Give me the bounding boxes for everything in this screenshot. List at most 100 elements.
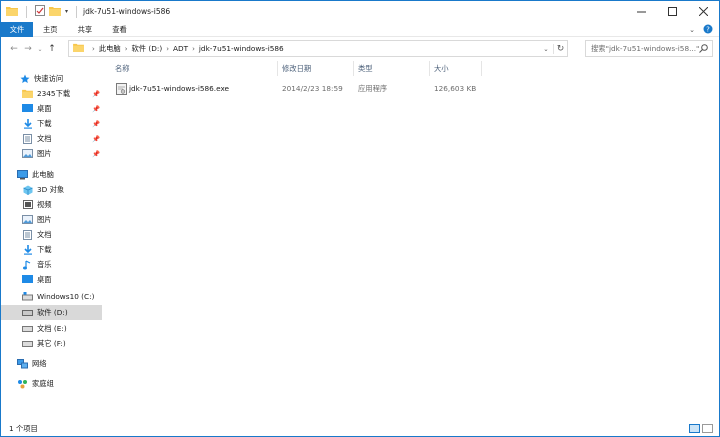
cube-icon: [22, 185, 33, 195]
computer-icon: [17, 169, 28, 180]
column-header-modified[interactable]: 修改日期: [278, 61, 354, 76]
pin-icon[interactable]: 📌: [92, 90, 100, 98]
tab-share[interactable]: 共享: [68, 22, 103, 37]
nav-this-pc[interactable]: 此电脑: [1, 167, 102, 182]
column-header-name[interactable]: 名称: [111, 61, 278, 76]
details-view-button[interactable]: [689, 424, 700, 433]
breadcrumb-separator: ›: [124, 44, 128, 53]
address-bar[interactable]: › 此电脑 › 软件 (D:) › ADT › jdk-7u51-windows…: [68, 40, 568, 57]
maximize-button[interactable]: [657, 1, 688, 22]
view-toggle: [689, 424, 713, 433]
refresh-icon[interactable]: ↻: [553, 43, 567, 54]
document-icon: [22, 133, 33, 144]
nav-label: 下载: [37, 244, 52, 254]
nav-label: 网络: [32, 358, 47, 368]
new-folder-icon[interactable]: [49, 6, 61, 18]
file-row[interactable]: jdk-7u51-windows-i586.exe 2014/2/23 18:5…: [111, 80, 486, 97]
breadcrumb-current-folder[interactable]: jdk-7u51-windows-i586: [199, 44, 284, 53]
windows-drive-icon: [22, 292, 33, 302]
pin-icon[interactable]: 📌: [92, 135, 100, 143]
close-button[interactable]: [688, 1, 719, 22]
folder-icon: [22, 89, 33, 99]
star-icon: [19, 74, 30, 84]
breadcrumb-separator: ›: [192, 44, 195, 53]
window-controls: [626, 1, 719, 22]
help-icon[interactable]: ?: [703, 24, 713, 36]
nav-quick-2345-downloads[interactable]: 2345下载 📌: [1, 86, 102, 101]
breadcrumb-this-pc[interactable]: 此电脑: [99, 44, 121, 54]
expand-ribbon-icon[interactable]: ⌄: [689, 26, 695, 34]
nav-pc-pictures[interactable]: 图片: [1, 212, 102, 227]
pin-icon[interactable]: 📌: [92, 105, 100, 113]
pin-icon[interactable]: 📌: [92, 120, 100, 128]
nav-quick-documents[interactable]: 文档 📌: [1, 131, 102, 146]
properties-icon[interactable]: [35, 5, 45, 18]
file-name: jdk-7u51-windows-i586.exe: [129, 84, 230, 93]
pictures-icon: [22, 149, 33, 159]
nav-pc-3d-objects[interactable]: 3D 对象: [1, 182, 102, 197]
nav-pc-downloads[interactable]: 下载: [1, 242, 102, 257]
ribbon-tabs: 文件 主页 共享 查看 ⌄ ?: [1, 22, 719, 37]
nav-label: 下载: [37, 118, 52, 128]
download-icon: [22, 244, 33, 255]
nav-label: 其它 (F:): [37, 338, 66, 348]
nav-pc-desktop[interactable]: 桌面: [1, 272, 102, 287]
file-size: 126,603 KB: [434, 84, 477, 93]
exe-file-icon: [116, 80, 127, 97]
folder-icon: [73, 43, 84, 54]
ribbon-right-controls: ⌄ ?: [689, 24, 713, 36]
recent-locations-icon[interactable]: ⌄: [35, 41, 45, 57]
tab-home[interactable]: 主页: [33, 22, 68, 37]
pin-icon[interactable]: 📌: [92, 150, 100, 158]
chevron-down-icon[interactable]: ▾: [65, 8, 68, 15]
nav-label: 桌面: [37, 274, 52, 284]
nav-pc-documents[interactable]: 文档: [1, 227, 102, 242]
minimize-button[interactable]: [626, 1, 657, 22]
nav-pc-drive-c[interactable]: Windows10 (C:): [1, 289, 102, 304]
nav-quick-access[interactable]: 快速访问: [1, 71, 102, 86]
column-header-size[interactable]: 大小: [430, 61, 482, 76]
address-row: ← → ⌄ ↑ › 此电脑 › 软件 (D:) › ADT › jdk-7u51…: [1, 39, 719, 59]
nav-pc-drive-f[interactable]: 其它 (F:): [1, 336, 102, 351]
navigation-pane: 快速访问 2345下载 📌 桌面 📌 下载 📌 文档 📌 图片 📌 此电脑 3D…: [1, 66, 105, 421]
drive-icon: [22, 324, 33, 334]
column-header-type[interactable]: 类型: [354, 61, 430, 76]
svg-text:?: ?: [706, 26, 710, 34]
nav-pc-drive-e[interactable]: 文档 (E:): [1, 321, 102, 336]
nav-label: 音乐: [37, 259, 52, 269]
nav-homegroup[interactable]: 家庭组: [1, 376, 102, 391]
back-button[interactable]: ←: [7, 41, 21, 57]
breadcrumb-separator: ›: [92, 44, 95, 53]
breadcrumb-adt[interactable]: ADT: [173, 44, 188, 53]
network-icon: [17, 358, 28, 369]
quick-access-toolbar: ▾: [6, 5, 81, 18]
nav-network[interactable]: 网络: [1, 356, 102, 371]
tab-file[interactable]: 文件: [1, 22, 33, 37]
up-button[interactable]: ↑: [45, 41, 59, 57]
window-title: jdk-7u51-windows-i586: [83, 7, 171, 16]
large-icons-view-button[interactable]: [702, 424, 713, 433]
nav-label: 视频: [37, 199, 52, 209]
pictures-icon: [22, 215, 33, 225]
nav-quick-downloads[interactable]: 下载 📌: [1, 116, 102, 131]
drive-icon: [22, 339, 33, 349]
nav-label: 软件 (D:): [37, 307, 68, 317]
search-input[interactable]: 搜索"jdk-7u51-windows-i58...": [585, 40, 713, 57]
forward-button[interactable]: →: [21, 41, 35, 57]
tab-view[interactable]: 查看: [102, 22, 137, 37]
status-bar: 1 个项目: [1, 421, 719, 436]
breadcrumb-separator: ›: [166, 44, 170, 53]
nav-pc-music[interactable]: 音乐: [1, 257, 102, 272]
desktop-icon: [22, 275, 33, 285]
nav-pc-drive-d[interactable]: 软件 (D:): [1, 305, 102, 320]
item-count: 1 个项目: [9, 423, 38, 433]
nav-quick-desktop[interactable]: 桌面 📌: [1, 101, 102, 116]
chevron-down-icon[interactable]: ⌄: [539, 45, 553, 53]
nav-pc-videos[interactable]: 视频: [1, 197, 102, 212]
nav-quick-pictures[interactable]: 图片 📌: [1, 146, 102, 161]
nav-label: 3D 对象: [37, 184, 65, 194]
nav-label: 快速访问: [34, 73, 64, 83]
column-headers: 名称 修改日期 类型 大小: [111, 61, 719, 76]
breadcrumb-drive-d[interactable]: 软件 (D:): [132, 44, 163, 54]
document-icon: [22, 229, 33, 240]
